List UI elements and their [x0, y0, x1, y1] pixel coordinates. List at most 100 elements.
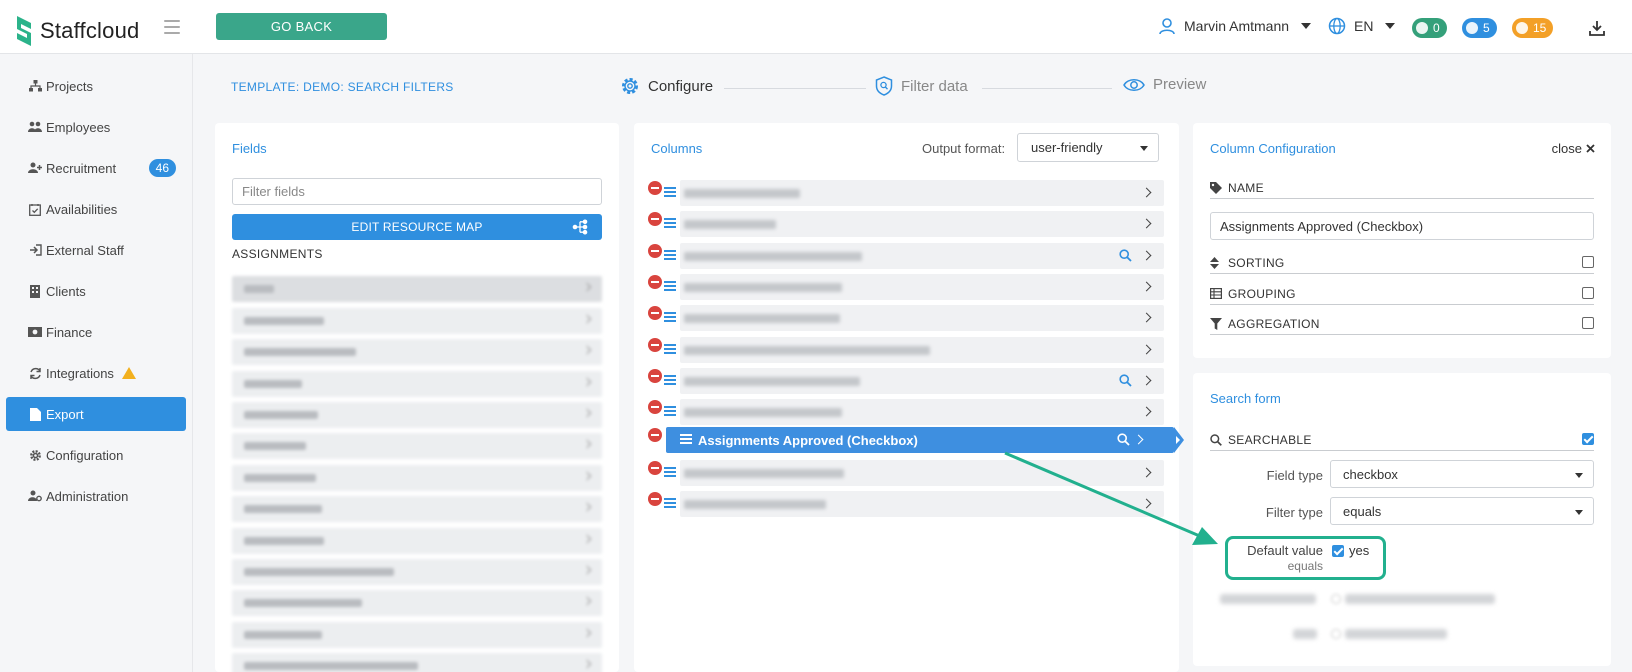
- remove-icon[interactable]: [648, 212, 662, 226]
- table-row[interactable]: [648, 337, 1164, 363]
- chevron-down-icon: [1385, 23, 1396, 29]
- grouping-checkbox[interactable]: [1582, 287, 1594, 299]
- table-row[interactable]: [648, 305, 1164, 331]
- active-pointer: [1174, 427, 1184, 453]
- filter-fields-input[interactable]: [232, 178, 602, 205]
- list-item[interactable]: [232, 653, 602, 672]
- sidebar-item-external-staff[interactable]: External Staff: [6, 233, 186, 267]
- drag-handle-icon[interactable]: [664, 406, 676, 416]
- list-item[interactable]: [232, 339, 602, 365]
- sidebar-item-integrations[interactable]: Integrations: [6, 356, 186, 390]
- searchable-checkbox[interactable]: [1582, 433, 1594, 445]
- language-menu[interactable]: EN: [1328, 17, 1396, 35]
- list-item[interactable]: [232, 590, 602, 616]
- drag-handle-icon[interactable]: [664, 281, 676, 291]
- sidebar-item-recruitment[interactable]: Recruitment 46: [6, 151, 186, 185]
- list-item[interactable]: [232, 622, 602, 648]
- remove-icon[interactable]: [648, 461, 662, 475]
- menu-toggle-icon[interactable]: [164, 20, 180, 34]
- remove-icon[interactable]: [648, 492, 662, 506]
- table-row[interactable]: [648, 368, 1164, 394]
- drag-handle-icon[interactable]: [664, 218, 676, 228]
- table-row[interactable]: [648, 460, 1164, 486]
- table-row[interactable]: [648, 211, 1164, 237]
- blurred-radio: [1331, 594, 1341, 604]
- list-item[interactable]: [232, 496, 602, 522]
- chevron-right-icon: [1141, 375, 1152, 386]
- drag-handle-icon[interactable]: [664, 187, 676, 197]
- sync-icon: [28, 366, 42, 380]
- list-item[interactable]: [232, 371, 602, 397]
- messages-badge[interactable]: 0: [1412, 18, 1447, 38]
- sidebar-item-availabilities[interactable]: Availabilities: [6, 192, 186, 226]
- chevron-right-icon: [1141, 344, 1152, 355]
- remove-icon[interactable]: [648, 400, 662, 414]
- list-item[interactable]: [232, 308, 602, 334]
- logo[interactable]: Staffcloud: [14, 14, 139, 48]
- notifications-badge[interactable]: 5: [1462, 18, 1497, 38]
- close-button[interactable]: close: [1552, 141, 1595, 156]
- chevron-right-icon: [1141, 250, 1152, 261]
- column-name-input[interactable]: Assignments Approved (Checkbox): [1210, 212, 1594, 240]
- drag-handle-icon[interactable]: [680, 434, 692, 444]
- table-row[interactable]: [648, 491, 1164, 517]
- drag-handle-icon[interactable]: [664, 375, 676, 385]
- user-menu[interactable]: Marvin Amtmann: [1158, 17, 1312, 35]
- list-item[interactable]: [232, 402, 602, 428]
- drag-handle-icon[interactable]: [664, 344, 676, 354]
- field-type-select[interactable]: checkbox: [1330, 460, 1594, 488]
- remove-icon[interactable]: [648, 306, 662, 320]
- list-item[interactable]: [232, 465, 602, 491]
- gear-icon: [28, 448, 42, 462]
- sorting-checkbox[interactable]: [1582, 256, 1594, 268]
- remove-icon[interactable]: [648, 338, 662, 352]
- list-item[interactable]: [232, 433, 602, 459]
- search-icon: [1117, 433, 1130, 446]
- table-row[interactable]: [648, 399, 1164, 425]
- sidebar-item-clients[interactable]: Clients: [6, 274, 186, 308]
- table-row-active[interactable]: Assignments Approved (Checkbox): [648, 427, 1184, 453]
- chevron-down-icon: [1140, 146, 1148, 151]
- list-item[interactable]: [232, 276, 602, 302]
- download-icon[interactable]: [1588, 19, 1606, 37]
- remove-icon[interactable]: [648, 244, 662, 258]
- drag-handle-icon[interactable]: [664, 498, 676, 508]
- list-item[interactable]: [232, 559, 602, 585]
- sidebar-item-finance[interactable]: Finance: [6, 315, 186, 349]
- eye-icon: [1123, 78, 1145, 91]
- blurred-radio: [1331, 629, 1341, 639]
- staffcloud-logo-icon: [17, 16, 31, 46]
- table-row[interactable]: [648, 274, 1164, 300]
- chevron-down-icon: [1575, 510, 1583, 515]
- search-icon: [1210, 433, 1224, 446]
- drag-handle-icon[interactable]: [664, 467, 676, 477]
- remove-icon[interactable]: [648, 275, 662, 289]
- edit-resource-map-button[interactable]: EDIT RESOURCE MAP: [232, 214, 602, 240]
- drag-handle-icon[interactable]: [664, 250, 676, 260]
- user-gear-icon: [28, 489, 42, 503]
- drag-handle-icon[interactable]: [664, 312, 676, 322]
- remove-icon[interactable]: [648, 181, 662, 195]
- remove-icon[interactable]: [648, 369, 662, 383]
- step-filter-data[interactable]: Filter data: [875, 76, 968, 96]
- table-icon: [1210, 288, 1224, 299]
- chevron-right-icon: [1141, 406, 1152, 417]
- go-back-button[interactable]: GO BACK: [216, 13, 387, 40]
- step-configure[interactable]: Configure: [620, 76, 713, 96]
- sidebar-item-configuration[interactable]: Configuration: [6, 438, 186, 472]
- sidebar-item-projects[interactable]: Projects: [6, 69, 186, 103]
- output-format-select[interactable]: user-friendly: [1017, 133, 1159, 162]
- table-row[interactable]: [648, 243, 1164, 269]
- recruitment-count-badge: 46: [148, 159, 176, 177]
- sidebar-item-administration[interactable]: Administration: [6, 479, 186, 513]
- timers-badge[interactable]: 15: [1512, 18, 1554, 38]
- filter-type-select[interactable]: equals: [1330, 497, 1594, 525]
- remove-icon[interactable]: [648, 428, 662, 442]
- list-item[interactable]: [232, 528, 602, 554]
- aggregation-checkbox[interactable]: [1582, 317, 1594, 329]
- table-row[interactable]: [648, 180, 1164, 206]
- sidebar-item-export[interactable]: Export: [6, 397, 186, 431]
- active-column-label: Assignments Approved (Checkbox): [698, 433, 918, 448]
- step-preview[interactable]: Preview: [1123, 76, 1206, 93]
- sidebar-item-employees[interactable]: Employees: [6, 110, 186, 144]
